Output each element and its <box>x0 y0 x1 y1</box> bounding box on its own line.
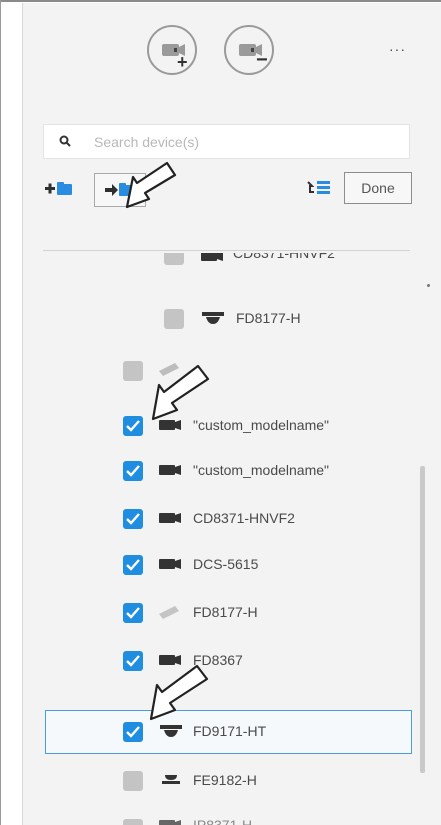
list-item[interactable]: FD8367 <box>23 643 403 679</box>
device-label: FD9171-HT <box>193 723 267 739</box>
checkmark-icon <box>126 655 140 667</box>
device-checkbox[interactable] <box>123 509 143 529</box>
plus-icon: + <box>177 52 188 72</box>
checkmark-icon <box>126 726 140 738</box>
sort-list-icon[interactable] <box>307 180 331 196</box>
camera-icon <box>159 465 181 475</box>
device-checkbox[interactable] <box>123 361 143 381</box>
list-item[interactable]: CD8371-HNVF2 <box>23 501 403 537</box>
list-item[interactable]: DCS-5615 <box>23 547 403 583</box>
minus-icon: − <box>256 49 268 71</box>
checkmark-icon <box>126 513 140 525</box>
fisheye-camera-icon <box>162 775 180 784</box>
toolbar-divider <box>43 250 410 251</box>
camera-icon <box>159 820 181 825</box>
device-checkbox[interactable] <box>123 555 143 575</box>
device-label: FE9182-H <box>193 772 257 788</box>
checkmark-icon <box>126 465 140 477</box>
list-item[interactable]: FD8177-H <box>23 595 403 631</box>
scrollbar[interactable] <box>420 466 425 773</box>
device-checkbox[interactable] <box>123 416 143 436</box>
pointer-arrow-icon <box>125 161 177 209</box>
search-icon <box>59 135 71 147</box>
device-label: DCS-5615 <box>193 556 259 572</box>
remove-camera-button[interactable]: − <box>224 25 274 75</box>
window-left-border <box>0 0 1 825</box>
device-checkbox[interactable] <box>123 651 143 671</box>
list-item[interactable]: FD8177-H <box>23 301 403 337</box>
device-panel: + − ··· Done <box>22 3 441 825</box>
more-options-button[interactable]: ··· <box>389 41 406 57</box>
device-label: FD8177-H <box>236 310 301 326</box>
done-button[interactable]: Done <box>344 172 412 204</box>
list-item[interactable]: IP8371-H <box>23 811 403 825</box>
device-checkbox[interactable] <box>123 461 143 481</box>
device-label: "custom_modelname" <box>193 462 330 478</box>
search-box <box>43 124 410 159</box>
camera-icon <box>201 253 223 261</box>
device-checkbox[interactable] <box>123 603 143 623</box>
add-to-group-icon[interactable] <box>45 182 73 196</box>
search-input[interactable] <box>92 127 406 157</box>
list-item[interactable]: "custom_modelname" <box>23 453 403 489</box>
device-label: CD8371-HNVF2 <box>233 253 335 261</box>
device-label: "custom_modelname" <box>193 417 330 433</box>
camera-icon <box>159 559 181 569</box>
checkmark-icon <box>126 420 140 432</box>
list-item[interactable]: FD9171-HT <box>23 714 403 750</box>
camera-icon <box>159 513 181 523</box>
device-checkbox[interactable] <box>123 722 143 742</box>
dome-camera-icon <box>160 725 182 737</box>
device-checkbox[interactable] <box>164 309 184 329</box>
device-checkbox[interactable] <box>123 819 143 825</box>
device-checkbox[interactable] <box>123 771 143 791</box>
fisheye-camera-icon <box>159 606 179 619</box>
tree-indicator-dot <box>427 284 430 287</box>
device-label: FD8177-H <box>193 604 258 620</box>
list-item[interactable]: CD8371-HNVF2 <box>23 253 403 279</box>
window-top-border <box>0 0 441 2</box>
dome-camera-icon <box>202 312 224 324</box>
list-item[interactable] <box>23 353 403 389</box>
list-item[interactable]: FE9182-H <box>23 763 403 799</box>
list-item[interactable]: "custom_modelname" <box>23 408 403 444</box>
device-checkbox[interactable] <box>164 253 184 265</box>
add-camera-button[interactable]: + <box>147 25 197 75</box>
checkmark-icon <box>126 559 140 571</box>
device-label: IP8371-H <box>193 817 253 825</box>
pointer-arrow-icon <box>151 364 210 421</box>
pointer-arrow-icon <box>149 664 209 721</box>
checkmark-icon <box>126 607 140 619</box>
device-label: CD8371-HNVF2 <box>193 510 295 526</box>
